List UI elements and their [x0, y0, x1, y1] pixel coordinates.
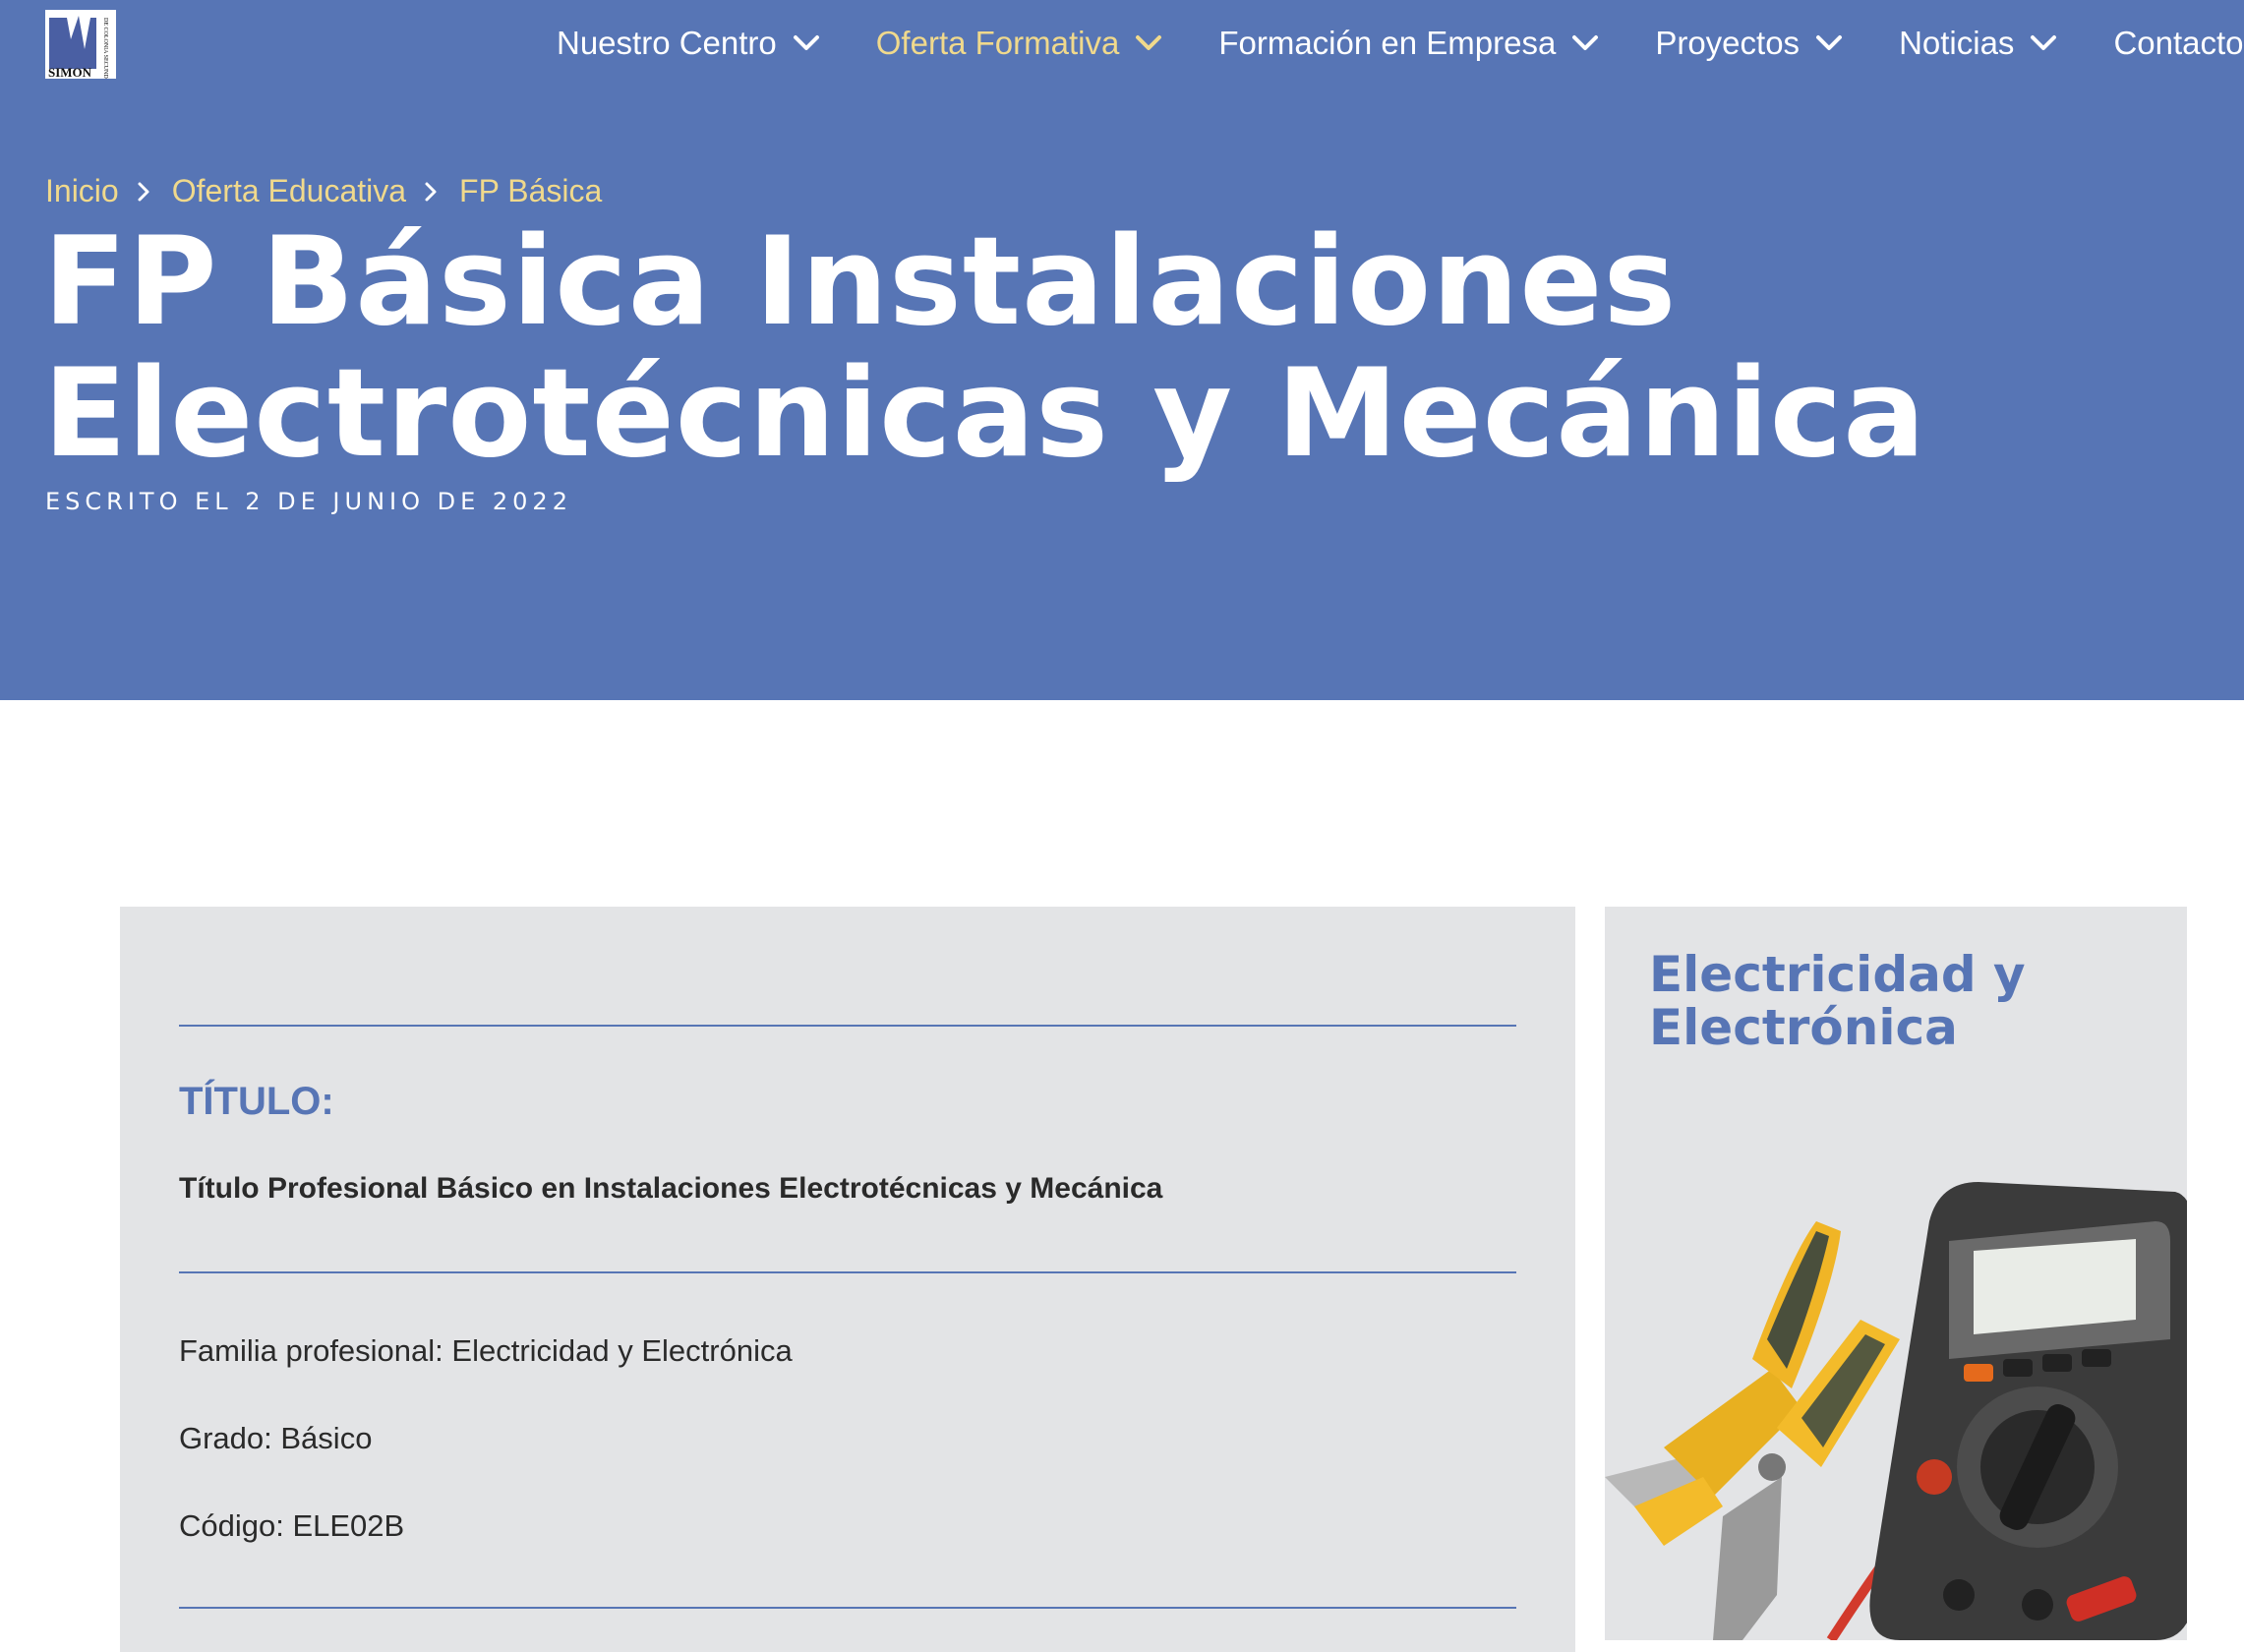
nav-item-label: Noticias [1899, 25, 2015, 61]
nav-item-noticias[interactable]: Noticias [1899, 25, 2057, 62]
chevron-right-icon [425, 182, 437, 201]
chevron-down-icon [1572, 35, 1599, 50]
divider [179, 1025, 1516, 1027]
divider [179, 1607, 1516, 1609]
divider [179, 1271, 1516, 1273]
site-logo[interactable]: SIMON DE COLONIA SECUNDARIA [45, 10, 116, 93]
course-info-card: TÍTULO: Título Profesional Básico en Ins… [120, 907, 1575, 1652]
svg-text:DE COLONIA SECUNDARIA: DE COLONIA SECUNDARIA [102, 18, 108, 79]
svg-text:SIMON: SIMON [48, 65, 92, 79]
chevron-down-icon [2031, 35, 2057, 50]
chevron-right-icon [138, 182, 149, 201]
breadcrumb-link-oferta-educativa[interactable]: Oferta Educativa [172, 173, 406, 209]
title-description: Título Profesional Básico en Instalacion… [179, 1172, 1163, 1205]
chevron-down-icon [1816, 35, 1843, 50]
category-sidebar: Electricidad y Electrónica [1605, 907, 2187, 1640]
nav-item-contacto[interactable]: Contacto [2113, 25, 2243, 62]
nav-item-nuestro-centro[interactable]: Nuestro Centro [557, 25, 820, 62]
breadcrumb: Inicio Oferta Educativa FP Básica [45, 173, 602, 209]
nav-item-label: Nuestro Centro [557, 25, 777, 61]
nav-item-formacion-en-empresa[interactable]: Formación en Empresa [1218, 25, 1599, 62]
nav-item-label: Formación en Empresa [1218, 25, 1557, 61]
category-title[interactable]: Electricidad y Electrónica [1649, 948, 2160, 1054]
chevron-down-icon [793, 35, 819, 50]
page-title: FP Básica Instalaciones Electrotécnicas … [43, 211, 1926, 485]
breadcrumb-link-inicio[interactable]: Inicio [45, 173, 119, 209]
breadcrumb-link-fp-basica[interactable]: FP Básica [459, 173, 602, 209]
multimeter-pliers-image [1605, 1182, 2187, 1640]
main-nav: Nuestro Centro Oferta Formativa Formació… [557, 18, 2244, 69]
post-date: Escrito el 2 de junio de 2022 [45, 488, 572, 515]
course-code: Código: ELE02B [179, 1508, 405, 1543]
nav-item-label: Oferta Formativa [875, 25, 1120, 61]
nav-item-oferta-formativa[interactable]: Oferta Formativa [876, 25, 1163, 62]
chevron-down-icon [1136, 35, 1162, 50]
nav-item-label: Proyectos [1655, 25, 1801, 61]
nav-item-proyectos[interactable]: Proyectos [1655, 25, 1843, 62]
grade: Grado: Básico [179, 1421, 373, 1455]
title-heading: TÍTULO: [179, 1080, 334, 1123]
hero-banner: SIMON DE COLONIA SECUNDARIA Nuestro Cent… [0, 0, 2244, 700]
nav-item-label: Contacto [2113, 25, 2244, 61]
professional-family: Familia profesional: Electricidad y Elec… [179, 1333, 793, 1368]
